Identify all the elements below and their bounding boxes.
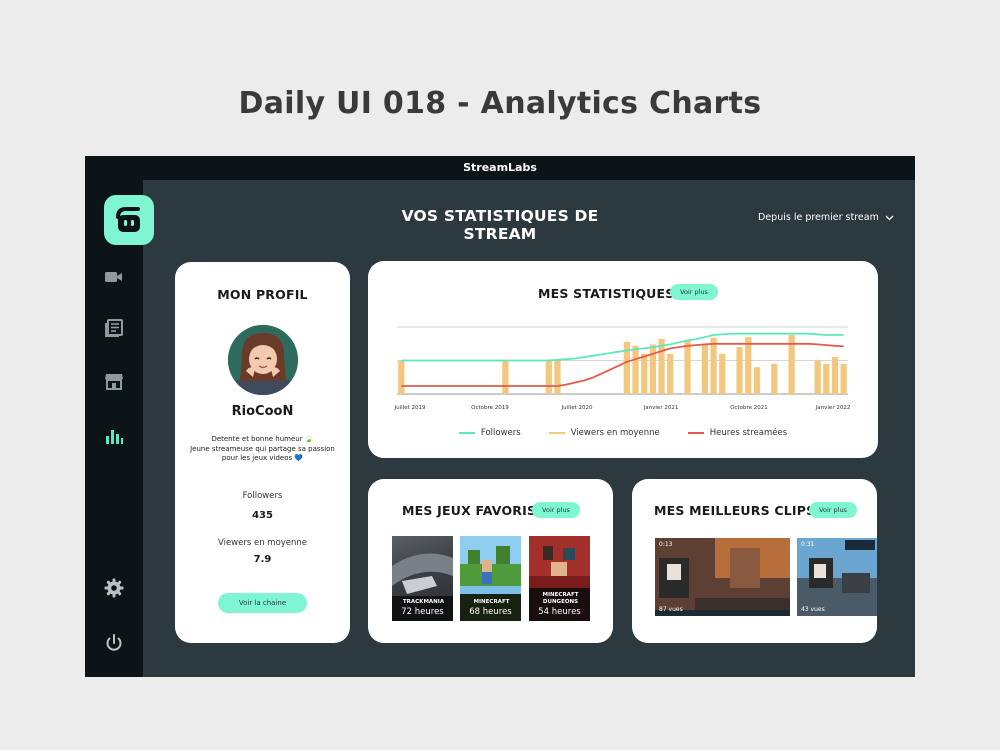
clip-duration: 0:31 <box>801 541 815 548</box>
chart-bar <box>753 367 761 394</box>
chart-series-line <box>401 332 844 362</box>
clips-title: MES MEILLEURS CLIPS <box>654 503 816 518</box>
clip-views: 43 vues <box>801 606 825 613</box>
chart-bar <box>554 360 561 394</box>
legend-label: Heures streamées <box>709 428 788 438</box>
clip-thumbnail[interactable]: 0:13 87 vues <box>655 538 790 616</box>
game-name: MINECRAFT <box>473 598 510 605</box>
stats-card: MES STATISTIQUES Voir plus Juillet 2019 O… <box>368 261 878 458</box>
game-tile-minecraft[interactable]: MINECRAFT 68 heures <box>460 536 521 621</box>
chart-bar <box>771 363 778 394</box>
profile-card: MON PROFIL RioCooN Detente et bonne hume… <box>175 262 350 643</box>
streamlabs-logo-icon <box>116 207 140 232</box>
chart-legend: Followers Viewers en moyenne Heures stre… <box>368 428 878 438</box>
legend-item-hours: Heures streamées <box>687 428 788 438</box>
chart-bar <box>736 347 743 394</box>
game-name: MINECRAFT DUNGEONS <box>542 592 579 605</box>
app-window: StreamLabs VOS STATISTIQUES DE STREAM De… <box>85 156 915 677</box>
chart-bar <box>398 360 405 394</box>
viewers-value: 7.9 <box>253 554 272 565</box>
chart-bar <box>814 360 821 394</box>
bio-line: pour les jeux videos 💙 <box>221 454 304 462</box>
game-tile-minecraft-dungeons[interactable]: MINECRAFT DUNGEONS 54 heures <box>529 536 590 621</box>
sidebar <box>85 180 154 677</box>
dashboard-title: VOS STATISTIQUES DE STREAM <box>401 207 599 243</box>
newspaper-icon[interactable] <box>103 317 125 339</box>
window-title: StreamLabs <box>85 156 915 180</box>
chart-tick-label: Juillet 2019 <box>394 405 426 411</box>
legend-label: Followers <box>480 428 521 438</box>
chart-bar <box>641 353 648 394</box>
chart-bar <box>502 360 509 394</box>
gear-icon[interactable] <box>103 577 125 599</box>
legend-swatch <box>458 432 475 434</box>
clip-artwork-icon <box>655 538 790 616</box>
legend-label: Viewers en moyenne <box>570 428 660 438</box>
view-channel-button[interactable]: Voir la chaine <box>218 593 307 613</box>
bio-line: Jeune streameuse qui partage sa passion <box>190 444 335 453</box>
streamlabs-logo[interactable] <box>104 195 154 245</box>
clip-views: 87 vues <box>659 606 683 613</box>
clip-thumbnail[interactable]: 0:31 43 vues <box>797 538 877 616</box>
chart-bar <box>831 357 839 394</box>
chart-tick-label: Juillet 2020 <box>561 405 593 411</box>
chart-bar <box>649 344 656 394</box>
chart-bar <box>632 345 639 394</box>
chart-bar <box>745 337 752 394</box>
game-hours: 54 heures <box>538 607 581 617</box>
game-hours: 68 heures <box>469 607 512 617</box>
power-icon[interactable] <box>103 632 125 654</box>
viewers-label: Viewers en moyenne <box>217 538 308 548</box>
avatar <box>228 325 298 395</box>
chart-bar <box>823 363 830 394</box>
game-hours: 72 heures <box>401 607 444 617</box>
best-clips-card: MES MEILLEURS CLIPS Voir plus 0:13 87 vu… <box>632 479 877 643</box>
profile-title: MON PROFIL <box>217 287 308 302</box>
followers-value: 435 <box>252 510 273 521</box>
chart-tick-label: Octobre 2019 <box>471 405 509 411</box>
games-more-button[interactable]: Voir plus <box>532 502 580 518</box>
chart-bar <box>545 360 552 394</box>
clips-more-button[interactable]: Voir plus <box>809 502 857 518</box>
page-title: Daily UI 018 - Analytics Charts <box>238 86 762 121</box>
chart-tick-label: Janvier 2022 <box>815 405 851 411</box>
clip-artwork-icon <box>797 538 877 616</box>
bar-chart-icon[interactable] <box>103 425 125 447</box>
chart-bar <box>719 353 726 394</box>
legend-item-viewers: Viewers en moyenne <box>548 428 660 438</box>
chart-bar <box>667 353 674 394</box>
chart-bar <box>701 344 709 394</box>
favorite-games-card: MES JEUX FAVORIS Voir plus TRACKMANIA 72… <box>368 479 613 643</box>
legend-item-followers: Followers <box>458 428 521 438</box>
store-icon[interactable] <box>103 370 125 392</box>
games-title: MES JEUX FAVORIS <box>402 503 537 518</box>
chart-tick-label: Octobre 2021 <box>730 405 768 411</box>
game-name: TRACKMANIA <box>402 598 445 605</box>
legend-swatch <box>687 432 704 434</box>
legend-swatch <box>548 432 565 434</box>
stats-chart: Juillet 2019 Octobre 2019 Juillet 2020 Janv… <box>394 326 851 411</box>
clip-duration: 0:13 <box>659 541 673 548</box>
chart-bar <box>840 363 847 394</box>
chart-bar <box>658 339 665 394</box>
bio-line: Detente et bonne humeur 🍃 <box>211 435 314 443</box>
video-camera-icon[interactable] <box>103 266 125 288</box>
chart-bar <box>710 337 717 394</box>
username: RioCooN <box>231 404 294 419</box>
chevron-down-icon <box>885 215 894 220</box>
period-dropdown[interactable]: Depuis le premier stream <box>758 212 894 223</box>
period-label: Depuis le premier stream <box>758 212 879 223</box>
chart-bar <box>684 340 691 394</box>
chart-tick-label: Janvier 2021 <box>643 405 679 411</box>
profile-bio: Detente et bonne humeur 🍃 Jeune streameu… <box>187 435 338 464</box>
game-tile-trackmania[interactable]: TRACKMANIA 72 heures <box>392 536 453 621</box>
followers-label: Followers <box>242 491 283 501</box>
